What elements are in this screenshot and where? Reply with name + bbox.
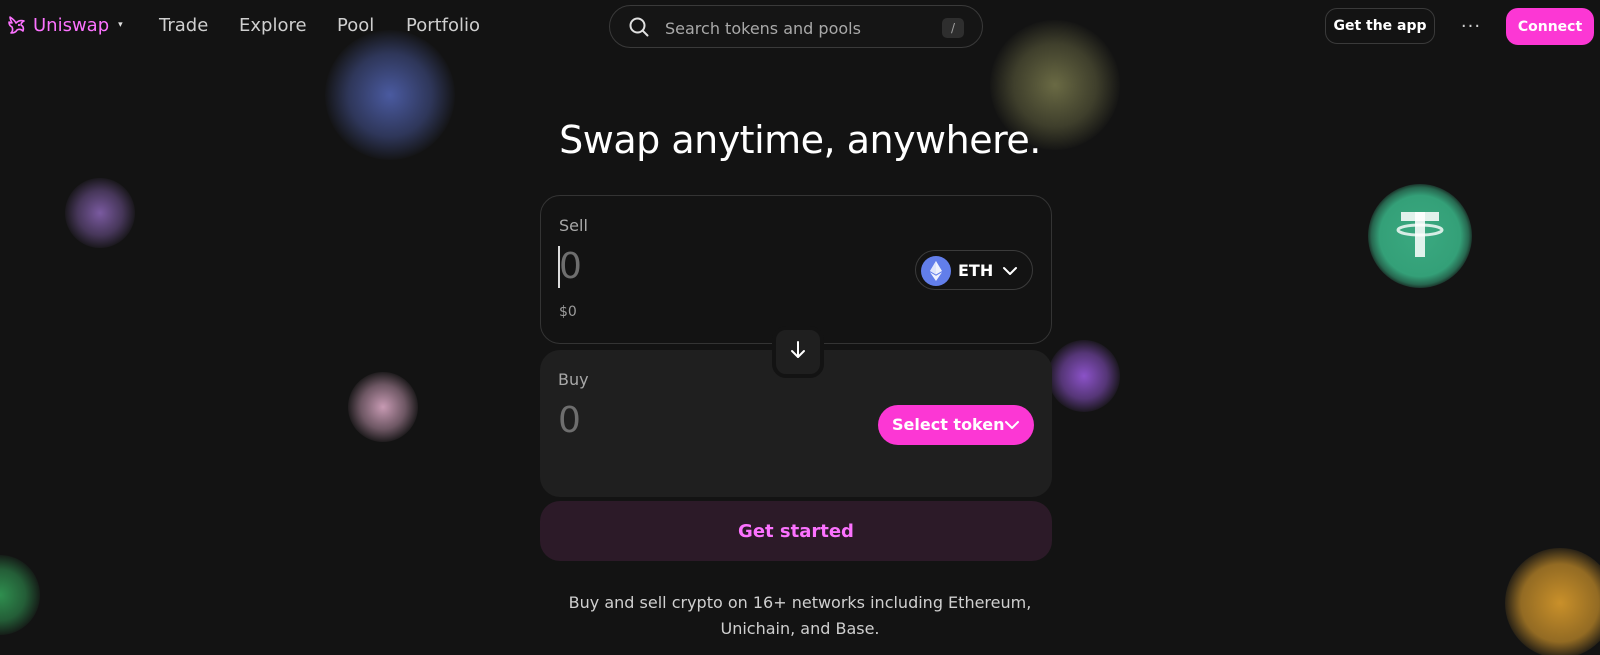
ethereum-icon xyxy=(921,256,951,286)
sell-usd-value: $0 xyxy=(559,304,577,320)
swap-direction-button[interactable] xyxy=(772,326,824,378)
bg-token-blob xyxy=(1048,340,1120,412)
search-bar[interactable]: / xyxy=(609,5,983,48)
buy-amount-input[interactable]: 0 xyxy=(558,400,581,441)
nav-link-pool[interactable]: Pool xyxy=(337,15,374,36)
tagline-line-2: Unichain, and Base. xyxy=(720,619,880,638)
tether-token-icon xyxy=(1368,184,1472,288)
tagline-line-1: Buy and sell crypto on 16+ networks incl… xyxy=(568,593,1032,612)
sell-token-symbol: ETH xyxy=(958,261,994,280)
sell-amount-input[interactable]: 0 xyxy=(559,246,582,287)
uniswap-unicorn-icon xyxy=(6,14,28,36)
connect-button[interactable]: Connect xyxy=(1506,8,1594,45)
sell-token-selector[interactable]: ETH xyxy=(915,250,1033,290)
nav-link-portfolio[interactable]: Portfolio xyxy=(406,15,480,36)
hero-headline: Swap anytime, anywhere. xyxy=(559,118,1041,162)
brand-name: Uniswap xyxy=(33,14,110,36)
select-token-button[interactable]: Select token xyxy=(878,405,1034,445)
sell-label: Sell xyxy=(559,216,588,235)
nav-link-explore[interactable]: Explore xyxy=(239,15,307,36)
top-nav: Uniswap ▾ Trade Explore Pool Portfolio /… xyxy=(0,0,1600,52)
tagline: Buy and sell crypto on 16+ networks incl… xyxy=(0,590,1600,642)
search-icon xyxy=(628,16,650,38)
buy-label: Buy xyxy=(558,370,589,389)
chevron-down-icon xyxy=(1004,417,1020,433)
more-horizontal-icon[interactable]: ··· xyxy=(1456,14,1486,38)
sell-panel: Sell 0 $0 ETH xyxy=(540,195,1052,344)
search-shortcut-key: / xyxy=(942,18,964,38)
get-started-button[interactable]: Get started xyxy=(540,501,1052,561)
chevron-down-icon: ▾ xyxy=(118,20,123,30)
arrow-down-icon xyxy=(788,340,808,364)
bg-token-blob xyxy=(348,372,418,442)
get-the-app-button[interactable]: Get the app xyxy=(1325,8,1435,44)
brand-logo[interactable]: Uniswap ▾ xyxy=(6,14,123,36)
search-input[interactable] xyxy=(663,16,937,40)
chevron-down-icon xyxy=(1002,263,1018,279)
bg-token-blob xyxy=(65,178,135,248)
nav-link-trade[interactable]: Trade xyxy=(159,15,208,36)
select-token-label: Select token xyxy=(892,415,1005,434)
